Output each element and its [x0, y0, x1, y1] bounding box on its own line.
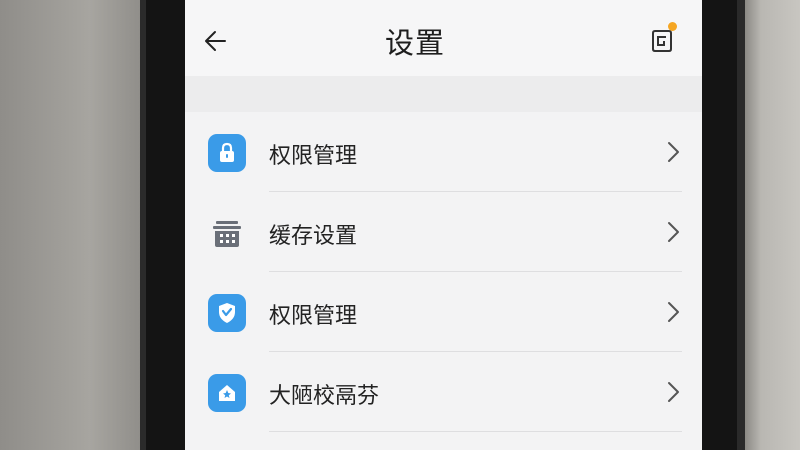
shield-icon — [208, 294, 246, 332]
settings-item-permission-management-2[interactable]: 权限管理 — [185, 272, 702, 352]
chevron-right-icon — [668, 222, 679, 242]
settings-item-label: 缓存设置 — [269, 224, 358, 249]
notification-dot — [668, 22, 677, 31]
settings-screen: 设置 权限管理 缓存设置 权限管理 大陋校鬲芬 — [185, 0, 702, 450]
chevron-right-icon — [668, 382, 679, 402]
settings-item-label: 权限管理 — [269, 144, 358, 169]
section-gap — [185, 76, 702, 112]
chevron-right-icon — [668, 142, 679, 162]
top-bar: 设置 — [185, 0, 702, 76]
settings-item-label: 大陋校鬲芬 — [269, 384, 380, 409]
feedback-icon — [652, 30, 672, 52]
background-wall-left — [0, 0, 150, 450]
settings-item-cache[interactable]: 缓存设置 — [185, 192, 702, 272]
divider — [269, 431, 682, 432]
house-icon — [208, 374, 246, 412]
settings-item-permission-management[interactable]: 权限管理 — [185, 112, 702, 192]
settings-item-label: 权限管理 — [269, 304, 358, 329]
lock-icon — [208, 134, 246, 172]
trash-icon — [208, 214, 246, 252]
settings-list: 权限管理 缓存设置 权限管理 大陋校鬲芬 — [185, 112, 702, 432]
feedback-button[interactable] — [645, 22, 679, 58]
page-title: 设置 — [384, 26, 445, 60]
chevron-right-icon — [668, 302, 679, 322]
settings-item-fourth[interactable]: 大陋校鬲芬 — [185, 352, 702, 432]
